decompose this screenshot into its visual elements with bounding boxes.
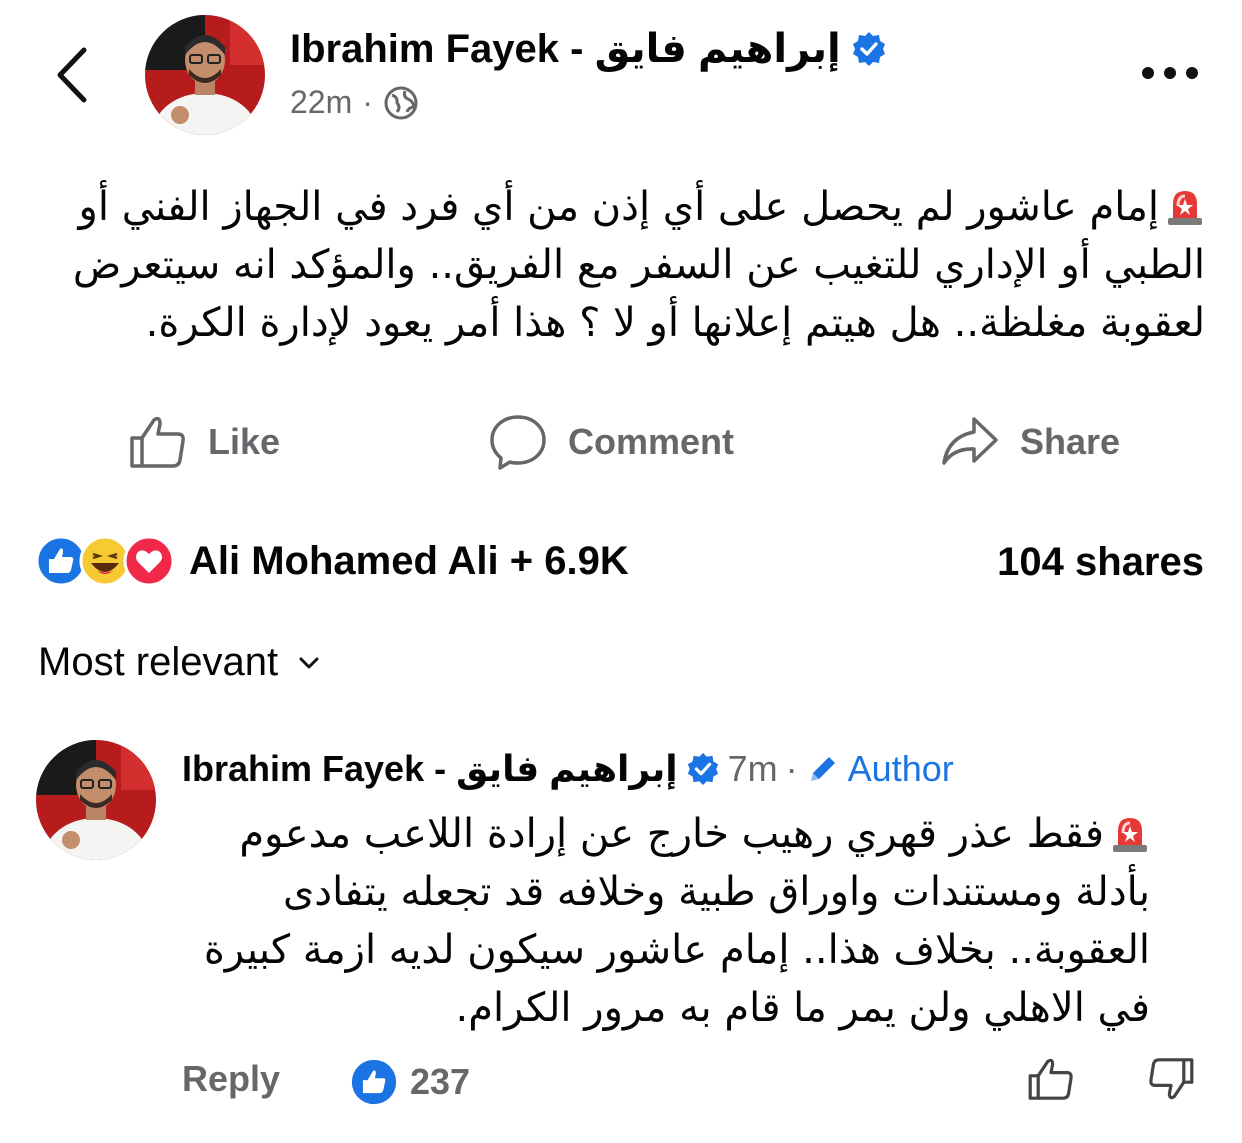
comment-like-number: 237	[410, 1061, 471, 1102]
sort-label: Most relevant	[38, 640, 279, 684]
comment-header: Ibrahim Fayek - إبراهيم فايق 7m · Author	[182, 748, 954, 790]
author-badge: Author	[806, 748, 954, 790]
thumbs-down-icon	[1149, 1058, 1194, 1100]
reactions-summary[interactable]: Ali Mohamed Ali + 6.9K	[35, 535, 629, 587]
siren-emoji-icon	[1113, 818, 1147, 852]
comment-text: فقط عذر قهري رهيب خارج عن إرادة اللاعب م…	[203, 811, 1150, 1031]
avatar-image	[145, 15, 265, 135]
comment-author-avatar[interactable]	[36, 740, 156, 860]
love-reaction-icon	[123, 535, 175, 587]
like-label: Like	[208, 421, 281, 462]
speech-bubble-icon	[490, 415, 546, 470]
verified-badge-icon	[852, 32, 885, 66]
comment-body: فقط عذر قهري رهيب خارج عن إرادة اللاعب م…	[182, 805, 1150, 1037]
share-label: Share	[1020, 421, 1121, 462]
post-author-name-text: Ibrahim Fayek - إبراهيم فايق	[290, 27, 841, 71]
comment-downvote-button[interactable]	[1147, 1052, 1195, 1106]
more-horizontal-icon	[1142, 67, 1198, 79]
like-reaction-icon	[351, 1059, 397, 1105]
reply-button[interactable]: Reply	[182, 1058, 280, 1100]
post-author-avatar[interactable]	[145, 15, 265, 135]
comment-sort-dropdown[interactable]: Most relevant	[38, 640, 320, 685]
globe-icon	[384, 86, 418, 119]
comment-upvote-button[interactable]	[1027, 1052, 1075, 1106]
comment-time[interactable]: 7m	[728, 748, 778, 790]
like-button[interactable]: Like	[128, 412, 280, 472]
share-arrow-icon	[942, 417, 998, 465]
meta-separator: ·	[785, 748, 798, 789]
post-meta: 22m ·	[290, 84, 419, 121]
comment-label: Comment	[568, 421, 735, 462]
thumbs-up-icon	[130, 416, 185, 468]
comment-author-name[interactable]: Ibrahim Fayek - إبراهيم فايق	[182, 748, 678, 790]
comment-like-count[interactable]: 237	[350, 1058, 470, 1106]
share-button[interactable]: Share	[940, 412, 1120, 472]
avatar-image	[36, 740, 156, 860]
meta-separator: ·	[362, 84, 373, 120]
verified-badge-icon	[687, 752, 718, 786]
author-badge-label: Author	[847, 748, 954, 789]
post-time[interactable]: 22m	[290, 84, 352, 121]
shares-count[interactable]: 104 shares	[997, 540, 1204, 585]
back-button[interactable]	[50, 42, 94, 108]
post-text: إمام عاشور لم يحصل على أي إذن من أي فرد …	[72, 184, 1205, 346]
chevron-left-icon	[57, 47, 87, 103]
more-options-button[interactable]	[1140, 62, 1200, 84]
pencil-icon	[810, 757, 835, 781]
siren-emoji-icon	[1168, 191, 1202, 225]
post-author-name[interactable]: Ibrahim Fayek - إبراهيم فايق	[290, 26, 887, 72]
thumbs-up-icon	[1028, 1058, 1073, 1100]
post-body: إمام عاشور لم يحصل على أي إذن من أي فرد …	[40, 178, 1205, 352]
reaction-icons	[35, 535, 175, 587]
chevron-down-icon	[299, 657, 319, 668]
reactions-text: Ali Mohamed Ali + 6.9K	[189, 538, 629, 583]
comment-button[interactable]: Comment	[488, 412, 734, 472]
